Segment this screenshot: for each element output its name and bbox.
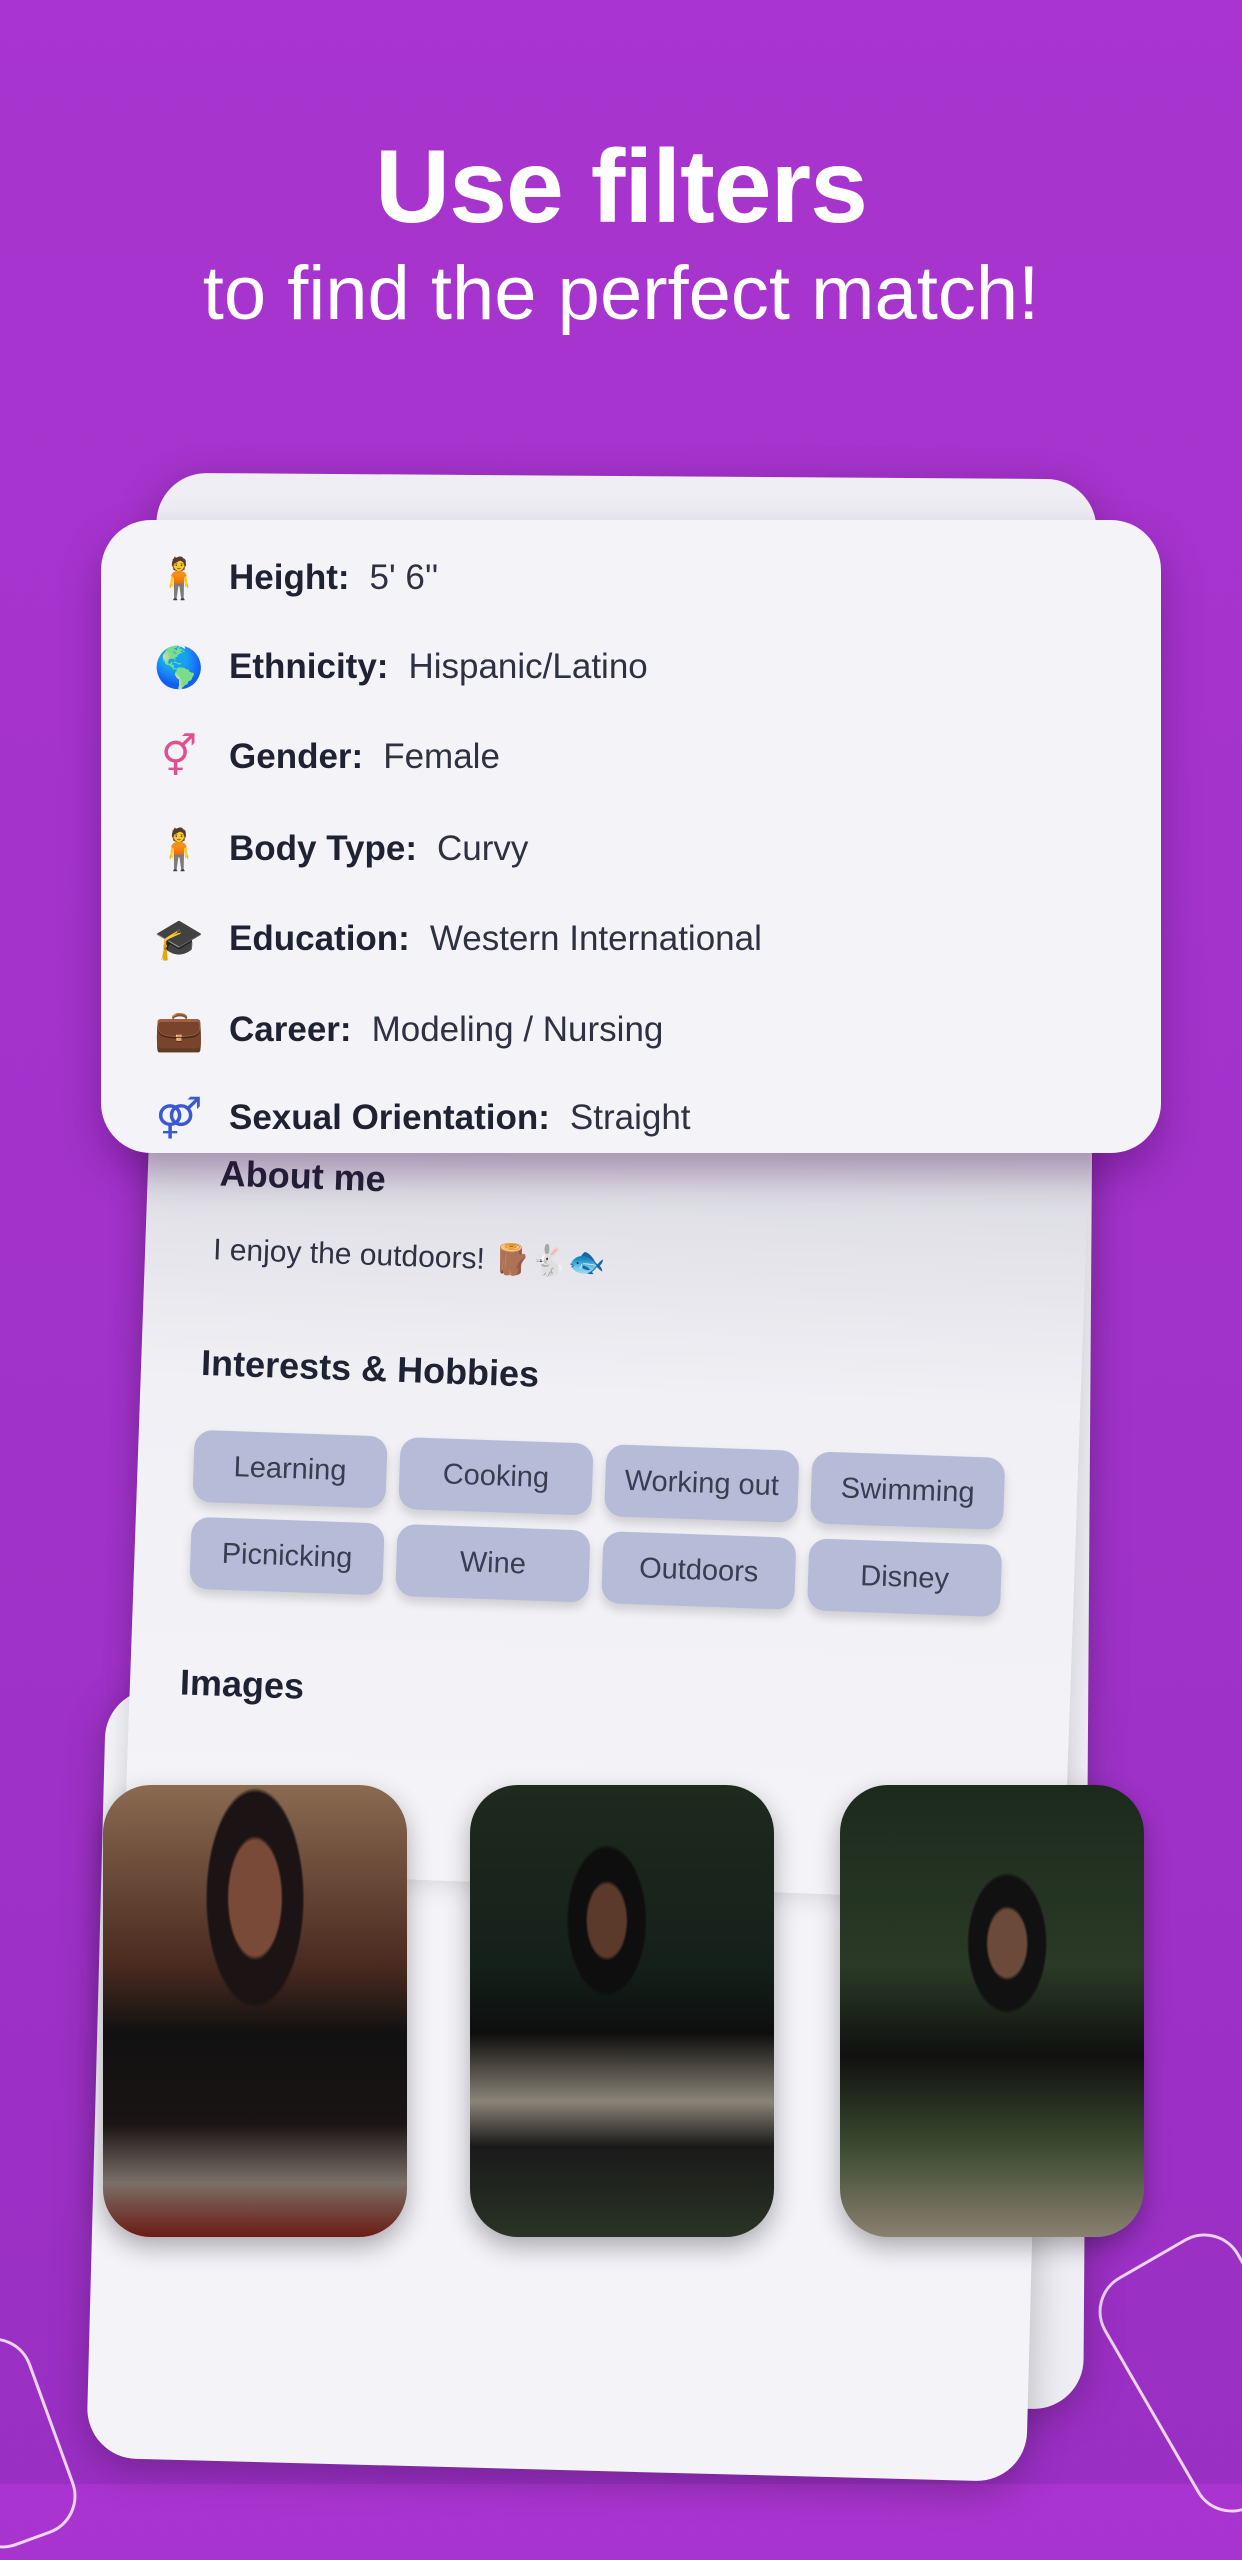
detail-value: Curvy (436, 829, 529, 868)
detail-label: Education: (229, 919, 410, 958)
orientation-icon: ⚤ (155, 1096, 203, 1140)
decorative-sketch-left (0, 2326, 88, 2560)
profile-photo-3[interactable] (840, 1785, 1144, 2237)
detail-value: Modeling / Nursing (371, 1010, 664, 1049)
globe-icon: 🌎 (154, 645, 204, 690)
detail-value: Straight (569, 1098, 691, 1137)
subheadline: to find the perfect match! (202, 251, 1040, 336)
profile-details-card: About me I enjoy the outdoors! 🪵🐇🐟 Inter… (123, 1110, 1090, 1903)
detail-row-gender: ⚥ Gender: Female (153, 731, 500, 783)
detail-label: Career: (229, 1010, 352, 1049)
interest-chip[interactable]: Picnicking (189, 1516, 385, 1596)
interest-chip[interactable]: Cooking (398, 1436, 594, 1516)
interest-chip[interactable]: Working out (604, 1444, 800, 1523)
profile-photo-1[interactable] (103, 1785, 407, 2237)
body-type-icon: 🧍 (154, 827, 204, 872)
interest-chip[interactable]: Swimming (809, 1451, 1006, 1531)
decorative-sketch-right (1083, 2218, 1242, 2528)
gender-icon: ⚥ (160, 735, 198, 779)
detail-label: Ethnicity: (229, 647, 389, 686)
detail-label: Gender: (229, 737, 364, 776)
about-text: I enjoy the outdoors! 🪵🐇🐟 (212, 1233, 606, 1280)
interest-chip[interactable]: Learning (192, 1429, 388, 1509)
images-title: Images (179, 1661, 305, 1707)
height-icon: 🧍 (154, 556, 204, 601)
detail-label: Height: (229, 558, 350, 597)
interest-chip[interactable]: Disney (806, 1538, 1003, 1617)
detail-row-height: 🧍 Height: 5' 6'' (153, 552, 438, 604)
headline: Use filters (375, 129, 868, 245)
detail-row-career: 💼 Career: Modeling / Nursing (153, 1004, 663, 1056)
detail-label: Body Type: (229, 829, 417, 868)
detail-value: 5' 6'' (369, 558, 439, 597)
detail-row-education: 🎓 Education: Western International (153, 913, 762, 965)
interest-chip[interactable]: Outdoors (601, 1531, 797, 1610)
detail-label: Sexual Orientation: (229, 1098, 550, 1137)
detail-row-orientation: ⚤ Sexual Orientation: Straight (153, 1092, 691, 1144)
briefcase-icon: 💼 (154, 1008, 204, 1053)
about-title: About me (219, 1152, 387, 1200)
graduation-cap-icon: 🎓 (154, 917, 204, 962)
detail-row-body-type: 🧍 Body Type: Curvy (153, 823, 528, 875)
detail-value: Female (383, 737, 500, 776)
interests-title: Interests & Hobbies (200, 1341, 540, 1395)
interest-chip[interactable]: Wine (395, 1523, 591, 1603)
detail-value: Hispanic/Latino (408, 647, 648, 686)
profile-photo-2[interactable] (470, 1785, 774, 2237)
detail-value: Western International (429, 919, 762, 958)
filters-card: 🧍 Height: 5' 6'' 🌎 Ethnicity: Hispanic/L… (101, 520, 1161, 1153)
detail-row-ethnicity: 🌎 Ethnicity: Hispanic/Latino (153, 641, 648, 693)
